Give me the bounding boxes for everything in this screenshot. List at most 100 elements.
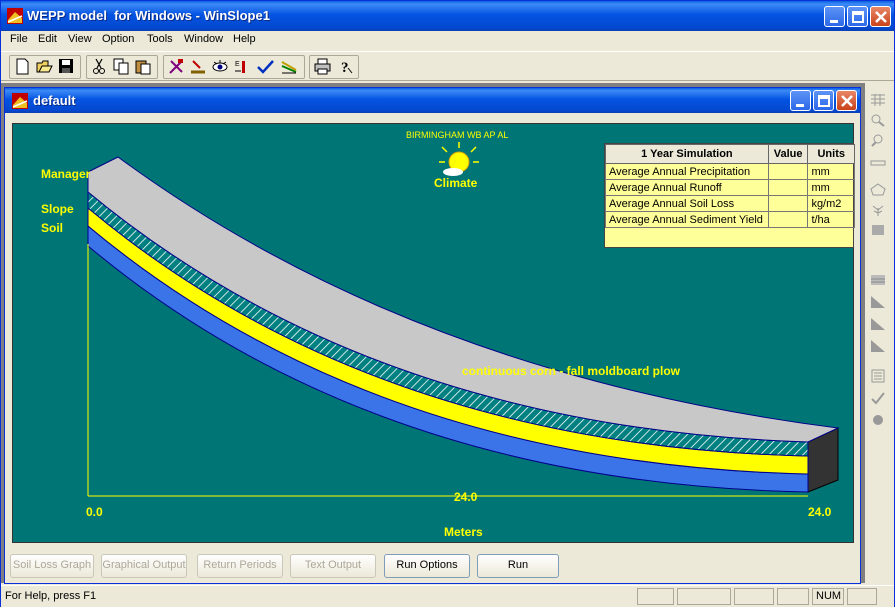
result-value: [767, 163, 809, 180]
help-icon: ?: [341, 60, 353, 75]
import-button[interactable]: [188, 56, 209, 77]
print-button[interactable]: [312, 56, 333, 77]
grid-icon: [871, 94, 885, 106]
menu-help[interactable]: Help: [233, 33, 256, 45]
soil-label[interactable]: Soil: [41, 221, 63, 235]
management-label[interactable]: Manager: [41, 167, 90, 181]
save-button[interactable]: [56, 56, 77, 77]
save-icon: [59, 59, 73, 73]
right-tool-blank[interactable]: [868, 241, 888, 260]
slope-icon: [871, 296, 885, 308]
window-title: WEPP model for Windows - WinSlope1: [27, 8, 270, 23]
cut-button[interactable]: [89, 56, 110, 77]
child-minimize-button[interactable]: [790, 90, 811, 111]
chart-button[interactable]: [279, 56, 300, 77]
menu-tools[interactable]: Tools: [147, 33, 173, 45]
result-unit: kg/m2: [807, 195, 855, 212]
right-tool-ruler[interactable]: [868, 151, 888, 170]
child-title-bar[interactable]: default: [5, 88, 860, 113]
result-label: Average Annual Precipitation: [605, 163, 769, 180]
menu-file[interactable]: File: [10, 33, 28, 45]
view-icon: [212, 60, 228, 72]
right-tool-slope2[interactable]: [868, 315, 888, 334]
management-name-label[interactable]: continuous corn - fall moldboard plow: [462, 364, 680, 378]
status-pane-2: [677, 588, 731, 605]
right-tool-check[interactable]: [868, 389, 888, 408]
edit-button[interactable]: E: [232, 56, 253, 77]
graphical-output-button[interactable]: Graphical Output: [101, 554, 187, 578]
right-tool-list[interactable]: [868, 367, 888, 386]
child-maximize-button[interactable]: [813, 90, 834, 111]
check-icon: [871, 392, 885, 405]
right-tool-zoom-in[interactable]: [868, 111, 888, 130]
result-label: Average Annual Sediment Yield: [605, 211, 769, 228]
help-button[interactable]: ?: [335, 56, 356, 77]
open-icon: [36, 60, 53, 73]
result-label: Average Annual Runoff: [605, 179, 769, 196]
minimize-button[interactable]: [824, 6, 845, 27]
right-tool-polygon[interactable]: [868, 181, 888, 200]
cut-icon: [93, 58, 105, 74]
copy-button[interactable]: [111, 56, 132, 77]
right-tool-plant[interactable]: [868, 201, 888, 220]
paste-button[interactable]: [133, 56, 154, 77]
open-button[interactable]: [34, 56, 55, 77]
results-header-simulation: 1 Year Simulation: [605, 144, 769, 164]
right-tool-layers[interactable]: [868, 271, 888, 290]
result-unit: mm: [807, 179, 855, 196]
right-tool-grid[interactable]: [868, 91, 888, 110]
check-icon: [257, 60, 274, 74]
print-icon: [314, 58, 331, 75]
tools-button[interactable]: [166, 56, 187, 77]
maximize-button[interactable]: [847, 6, 868, 27]
right-tool-slope3[interactable]: [868, 337, 888, 356]
zoom-in-icon: [871, 114, 885, 127]
text-output-button[interactable]: Text Output: [290, 554, 376, 578]
maximize-icon: [852, 11, 864, 23]
table-row: Average Annual Soil Loss kg/m2: [605, 195, 855, 212]
soil-loss-graph-button[interactable]: Soil Loss Graph: [10, 554, 94, 578]
title-bar[interactable]: WEPP model for Windows - WinSlope1: [1, 1, 894, 31]
return-periods-button[interactable]: Return Periods: [197, 554, 283, 578]
status-help-text: For Help, press F1: [5, 590, 97, 602]
menu-view[interactable]: View: [68, 33, 92, 45]
menu-option[interactable]: Option: [102, 33, 134, 45]
status-bar: For Help, press F1 NUM: [1, 585, 894, 607]
close-button[interactable]: [870, 6, 891, 27]
close-icon: [841, 95, 853, 107]
child-window-default: default BIRMINGHAM WB AP AL Climate Mana…: [4, 87, 861, 584]
simulation-results-table: 1 Year Simulation Value Units Average An…: [604, 143, 855, 248]
view-button[interactable]: [210, 56, 231, 77]
maximize-icon: [818, 95, 830, 107]
right-tool-dot[interactable]: [868, 411, 888, 430]
right-tool-slope[interactable]: [868, 293, 888, 312]
polygon-icon: [870, 183, 886, 196]
menu-edit[interactable]: Edit: [38, 33, 57, 45]
results-header-value: Value: [767, 144, 809, 164]
zoom-out-icon: [871, 134, 883, 147]
check-button[interactable]: [255, 56, 276, 77]
hillslope-canvas[interactable]: BIRMINGHAM WB AP AL Climate Manager Slop…: [12, 123, 855, 543]
right-toolbar: [865, 87, 892, 437]
slope3-icon: [871, 340, 885, 352]
status-pane-1: [637, 588, 674, 605]
blank-icon: [870, 243, 886, 257]
list-icon: [871, 369, 885, 383]
result-unit: mm: [807, 163, 855, 180]
minimize-icon: [830, 20, 838, 23]
slope2-icon: [871, 318, 885, 330]
x-axis-title: Meters: [444, 525, 483, 539]
x-axis-mid-label: 24.0: [454, 490, 478, 504]
x-axis-end-label: 24.0: [808, 505, 832, 519]
slope-label[interactable]: Slope: [41, 202, 74, 216]
run-options-button[interactable]: Run Options: [384, 554, 470, 578]
climate-label[interactable]: Climate: [434, 176, 477, 190]
ruler-icon: [870, 160, 886, 166]
menu-window[interactable]: Window: [184, 33, 223, 45]
new-button[interactable]: [12, 56, 33, 77]
right-tool-rectangle[interactable]: [868, 221, 888, 240]
right-tool-zoom-out[interactable]: [868, 131, 888, 150]
run-button[interactable]: Run: [477, 554, 559, 578]
child-close-button[interactable]: [836, 90, 857, 111]
child-app-icon: [12, 93, 28, 109]
